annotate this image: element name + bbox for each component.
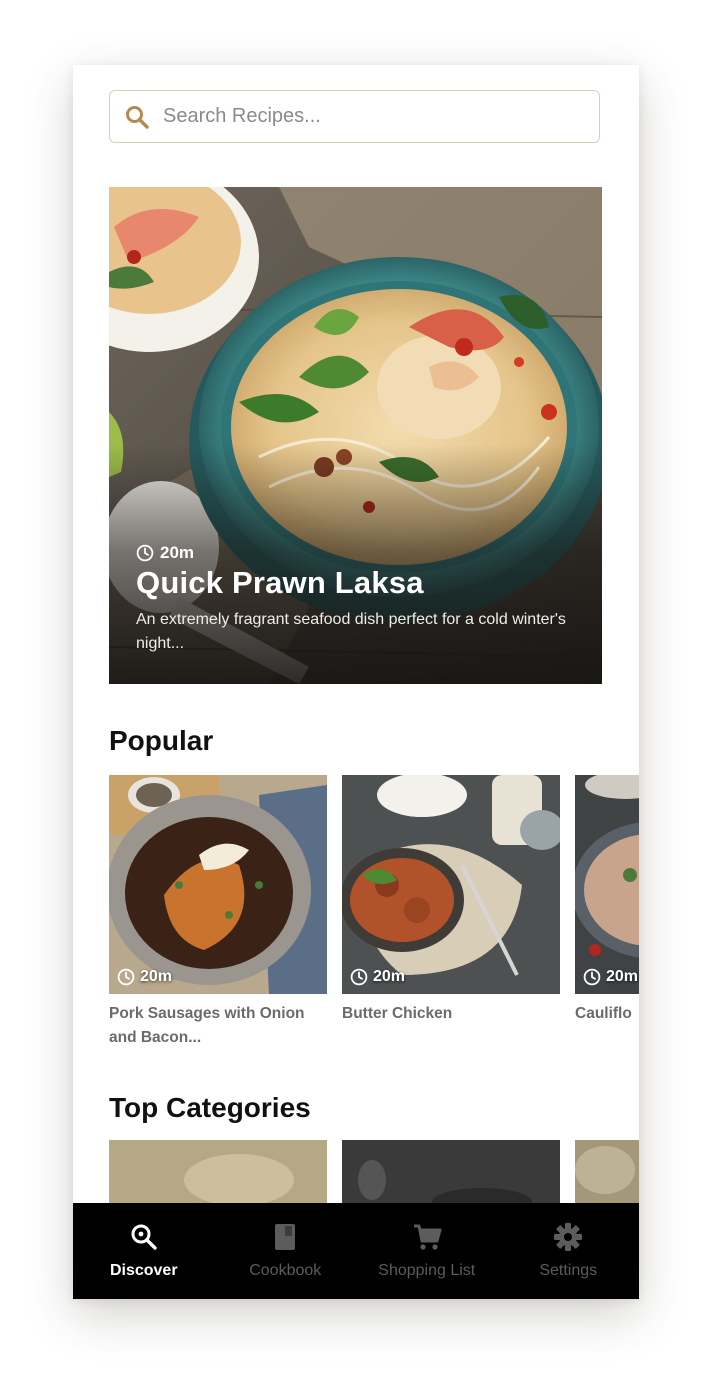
recipe-time-text: 20m — [606, 968, 639, 985]
top-categories-heading: Top Categories — [109, 1092, 311, 1123]
recipe-cook-time: 20m — [583, 968, 638, 986]
recipe-time-text: 20m — [140, 968, 173, 985]
tab-label: Discover — [109, 1262, 178, 1279]
search-bar[interactable] — [109, 90, 600, 143]
featured-time-text: 20m — [160, 543, 195, 562]
categories-carousel[interactable] — [109, 1140, 639, 1210]
recipe-thumbnail: 20m — [342, 775, 560, 994]
clock-icon — [350, 968, 368, 986]
recipe-thumbnail: 20m — [109, 775, 327, 994]
recipe-cook-time: 20m — [117, 968, 172, 986]
recipe-cook-time: 20m — [350, 968, 405, 986]
tab-label: Shopping List — [378, 1262, 476, 1279]
screen-background: 20m Quick Prawn Laksa An extremely fragr… — [0, 0, 716, 1384]
tab-discover[interactable]: Discover — [73, 1203, 215, 1299]
book-icon — [270, 1222, 300, 1252]
featured-recipe-title: Quick Prawn Laksa — [136, 565, 424, 600]
recipe-name: Butter Chicken — [342, 1005, 453, 1022]
recipe-name: Cauliflo — [575, 1005, 632, 1022]
search-icon — [124, 104, 150, 130]
gear-icon — [553, 1222, 583, 1252]
cart-icon — [412, 1222, 442, 1252]
recipe-name: Pork Sausages with Onion and Bacon... — [109, 1005, 305, 1046]
tab-label: Cookbook — [249, 1262, 322, 1279]
tab-cookbook[interactable]: Cookbook — [215, 1203, 357, 1299]
popular-heading: Popular — [109, 725, 214, 756]
featured-recipe-card[interactable]: 20m Quick Prawn Laksa An extremely fragr… — [109, 187, 602, 684]
featured-cook-time: 20m — [136, 543, 194, 563]
clock-icon — [583, 968, 601, 986]
tab-shopping-list[interactable]: Shopping List — [356, 1203, 498, 1299]
popular-recipe-card[interactable]: 20m Pork Sausages with Onion and Bacon..… — [109, 775, 327, 1050]
tab-settings[interactable]: Settings — [498, 1203, 640, 1299]
category-tile[interactable] — [575, 1140, 639, 1210]
discover-search-icon — [129, 1222, 159, 1252]
category-tile[interactable] — [109, 1140, 327, 1210]
search-input[interactable] — [163, 105, 563, 128]
bottom-tab-bar: Discover Cookbook Shopping List Settings — [73, 1203, 639, 1299]
popular-recipe-card[interactable]: 20m Cauliflo — [575, 775, 639, 1026]
recipe-time-text: 20m — [373, 968, 406, 985]
app-screen: 20m Quick Prawn Laksa An extremely fragr… — [73, 65, 639, 1299]
popular-carousel[interactable]: 20m Pork Sausages with Onion and Bacon..… — [109, 775, 639, 1065]
category-tile[interactable] — [342, 1140, 560, 1210]
clock-icon — [117, 968, 135, 986]
tab-label: Settings — [539, 1262, 598, 1279]
featured-recipe-description: An extremely fragrant seafood dish perfe… — [136, 611, 566, 652]
clock-icon — [136, 544, 154, 562]
popular-recipe-card[interactable]: 20m Butter Chicken — [342, 775, 560, 1026]
recipe-thumbnail: 20m — [575, 775, 639, 994]
